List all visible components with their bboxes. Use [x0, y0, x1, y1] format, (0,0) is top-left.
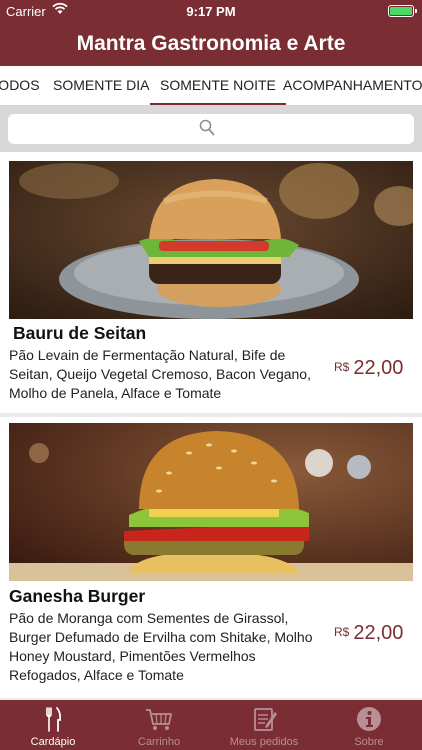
food-photo — [9, 161, 413, 319]
tab-somente-dia[interactable]: SOMENTE DIA — [53, 66, 149, 105]
bottom-tab-bar: Cardápio Carrinho Meus pedidos Sobre — [0, 700, 422, 750]
tab-label: Meus pedidos — [229, 736, 299, 748]
currency-symbol: R$ — [334, 625, 350, 639]
price-value: 22,00 — [353, 357, 404, 379]
currency-symbol: R$ — [334, 360, 350, 374]
search-icon — [199, 119, 215, 136]
cutlery-icon — [46, 707, 62, 732]
price-value: 22,00 — [353, 622, 404, 644]
page-title: Mantra Gastronomia e Arte — [76, 32, 346, 55]
tab-cardapio[interactable]: Cardápio — [0, 700, 106, 750]
tab-label: Sobre — [354, 736, 384, 748]
battery-icon — [388, 5, 417, 17]
status-bar: Carrier 9:17 PM — [0, 0, 422, 22]
tab-todos[interactable]: TODOS — [0, 66, 40, 105]
item-name: Ganesha Burger — [9, 586, 146, 606]
info-icon — [357, 707, 381, 731]
tab-somente-noite[interactable]: SOMENTE NOITE — [150, 66, 286, 105]
item-description: Pão de Moranga com Sementes de Girassol,… — [9, 610, 313, 683]
tab-label: Cardápio — [30, 736, 76, 748]
item-price: R$ 22,00 — [334, 357, 403, 380]
tab-sobre[interactable]: Sobre — [316, 700, 422, 750]
orders-icon — [254, 708, 277, 731]
menu-item-card[interactable]: Ganesha Burger Pão de Moranga com Sement… — [0, 417, 422, 698]
cart-icon — [146, 709, 172, 730]
tab-acompanhamentos[interactable]: ACOMPANHAMENTOS — [283, 66, 422, 105]
food-photo — [9, 423, 413, 581]
tab-label: Carrinho — [137, 736, 181, 748]
item-description: Pão Levain de Fermentação Natural, Bife … — [9, 347, 311, 401]
menu-item-card[interactable]: Bauru de Seitan Pão Levain de Fermentaçã… — [0, 152, 422, 413]
clock: 9:17 PM — [186, 4, 236, 19]
category-tabs: TODOS SOMENTE DIA SOMENTE NOITE ACOMPANH… — [0, 66, 422, 106]
tab-carrinho[interactable]: Carrinho — [106, 700, 212, 750]
item-name: Bauru de Seitan — [13, 323, 147, 343]
tab-meus-pedidos[interactable]: Meus pedidos — [211, 700, 317, 750]
item-price: R$ 22,00 — [334, 622, 403, 645]
nav-bar: Mantra Gastronomia e Arte — [0, 22, 422, 66]
search-bar — [0, 106, 422, 152]
